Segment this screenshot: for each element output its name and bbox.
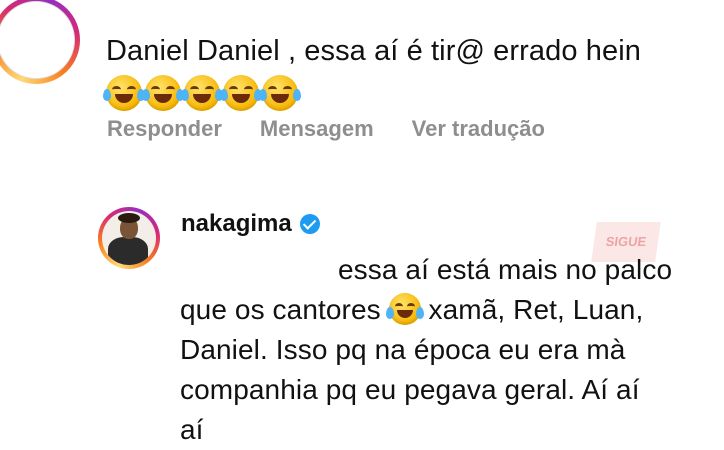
comment-text: Daniel Daniel , essa aí é tir@ errado he… (106, 35, 641, 67)
reply-line-2b: xamã, Ret, Luan, (428, 294, 644, 325)
reply-line-4: companhia pq eu pegava geral. Aí aí (180, 374, 640, 405)
reply-username[interactable]: nakagima (181, 210, 292, 238)
tears-of-joy-emoji (259, 75, 301, 111)
tears-of-joy-emoji (220, 75, 262, 111)
tears-of-joy-emoji (103, 75, 145, 111)
comment-emoji-row (103, 75, 706, 111)
reply-line-1: essa aí está mais no palco (338, 254, 673, 285)
tears-of-joy-emoji (181, 75, 223, 111)
reply-line-5: aí (180, 414, 204, 445)
reply-line-2a: que os cantores (180, 294, 381, 325)
verified-badge-icon (299, 214, 320, 234)
tears-of-joy-emoji (142, 75, 184, 111)
see-translation-button[interactable]: Ver tradução (412, 116, 545, 142)
reply-button[interactable]: Responder (107, 116, 222, 142)
comment-body: Daniel Daniel , essa aí é tir@ errado he… (103, 30, 706, 111)
commenter-avatar[interactable] (0, 0, 80, 84)
message-button[interactable]: Mensagem (260, 116, 374, 142)
tears-of-joy-emoji (385, 293, 424, 325)
reply-body: essa aí está mais no palco que os cantor… (180, 250, 720, 450)
reply-username-row: nakagima (181, 210, 320, 238)
reply-avatar[interactable] (98, 207, 160, 269)
comment-actions: Responder Mensagem Ver tradução (107, 116, 545, 142)
reply-line-3: Daniel. Isso pq na época eu era mà (180, 334, 626, 365)
